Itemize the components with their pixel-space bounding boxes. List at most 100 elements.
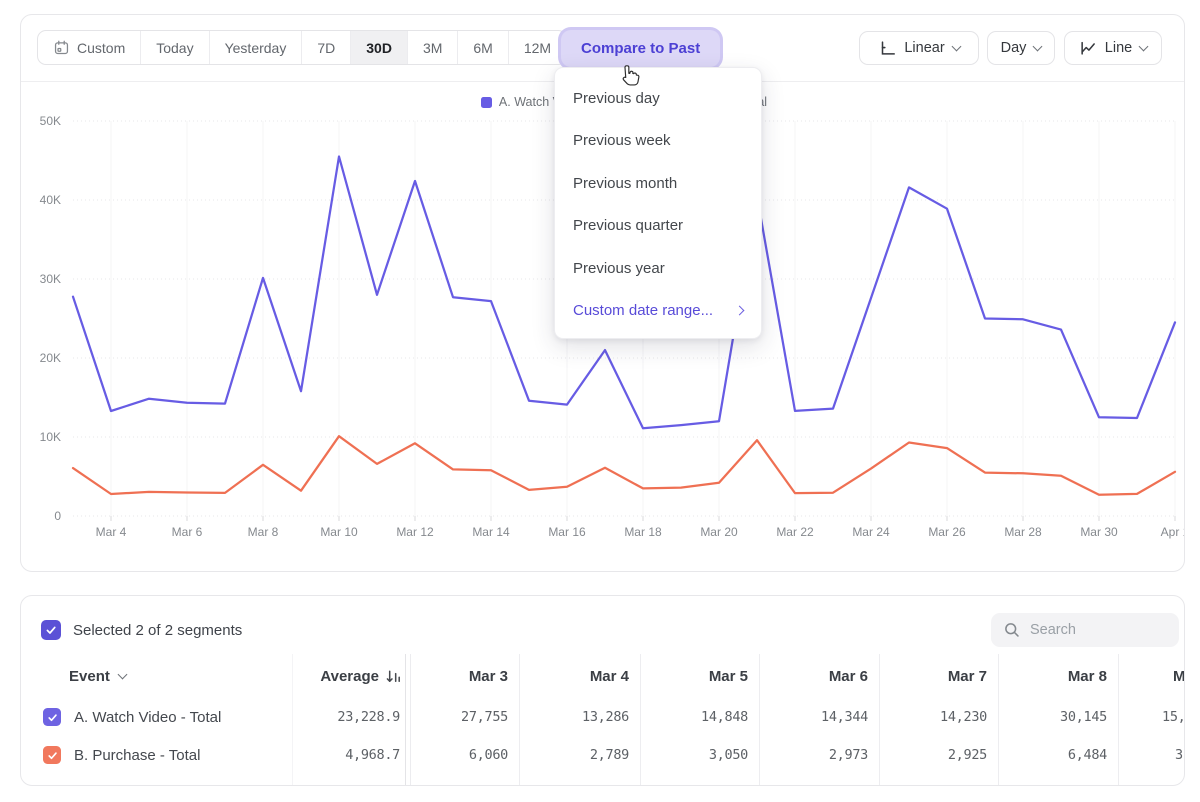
date-preset-3m[interactable]: 3M — [408, 31, 458, 64]
cell-value: 3,050 — [640, 747, 759, 763]
svg-text:30K: 30K — [40, 272, 61, 286]
date-range-picker: Custom Today Yesterday 7D 30D 3M 6M 12M — [37, 30, 567, 65]
svg-text:Mar 28: Mar 28 — [1004, 525, 1042, 539]
segments-header-row: Selected 2 of 2 segments — [21, 596, 1184, 652]
menu-item-previous-day[interactable]: Previous day — [555, 77, 761, 120]
column-header-mar8[interactable]: Mar 8 — [998, 668, 1118, 685]
column-header-event[interactable]: Event — [21, 668, 293, 685]
date-preset-12m[interactable]: 12M — [509, 31, 566, 64]
select-all-checkbox[interactable] — [41, 620, 61, 640]
column-header-mar9-clipped[interactable]: M — [1118, 668, 1185, 685]
date-preset-30d[interactable]: 30D — [351, 31, 408, 64]
column-header-mar4[interactable]: Mar 4 — [519, 668, 640, 685]
date-preset-yesterday[interactable]: Yesterday — [210, 31, 303, 64]
svg-text:Mar 4: Mar 4 — [96, 525, 127, 539]
svg-text:50K: 50K — [40, 114, 61, 128]
search-input[interactable] — [1030, 622, 1160, 638]
legend-swatch-purple — [481, 97, 492, 108]
svg-text:Mar 16: Mar 16 — [548, 525, 586, 539]
sort-descending-icon — [384, 667, 403, 686]
svg-text:Apr 1: Apr 1 — [1161, 525, 1184, 539]
cell-value: 27,755 — [411, 709, 519, 725]
column-divider — [410, 654, 411, 786]
chevron-down-icon — [1033, 41, 1043, 51]
svg-text:Mar 14: Mar 14 — [472, 525, 510, 539]
svg-text:40K: 40K — [40, 193, 61, 207]
date-preset-today[interactable]: Today — [141, 31, 209, 64]
row-checkbox-watch-video[interactable] — [43, 708, 61, 726]
cell-value: 2,925 — [879, 747, 998, 763]
date-preset-7d[interactable]: 7D — [302, 31, 351, 64]
cell-value: 2,973 — [759, 747, 879, 763]
granularity-select[interactable]: Day — [987, 31, 1055, 65]
chart-card: 010K20K30K40K50KMar 4Mar 6Mar 8Mar 10Mar… — [20, 14, 1185, 572]
svg-text:Mar 12: Mar 12 — [396, 525, 434, 539]
svg-text:Mar 18: Mar 18 — [624, 525, 662, 539]
preset-label: Custom — [77, 40, 125, 56]
compare-to-past-button[interactable]: Compare to Past — [561, 30, 720, 67]
svg-text:Mar 6: Mar 6 — [172, 525, 203, 539]
segments-table: Event Average Mar 3 Mar 4 Mar 5 Mar 6 Ma… — [21, 654, 1185, 774]
scale-select[interactable]: Linear — [859, 31, 979, 65]
cell-value: 14,230 — [879, 709, 998, 725]
cell-value: 14,344 — [759, 709, 879, 725]
check-icon — [47, 712, 58, 723]
chart-type-select[interactable]: Line — [1064, 31, 1162, 65]
date-preset-custom[interactable]: Custom — [38, 31, 141, 64]
compare-to-past-menu: Previous day Previous week Previous mont… — [554, 67, 762, 339]
column-header-mar6[interactable]: Mar 6 — [759, 668, 879, 685]
menu-item-previous-week[interactable]: Previous week — [555, 120, 761, 163]
row-label: B. Purchase - Total — [74, 747, 200, 764]
menu-item-custom-date-range[interactable]: Custom date range... — [555, 290, 761, 333]
cell-value-clipped: 15, — [1118, 709, 1185, 725]
search-icon — [1003, 621, 1021, 639]
svg-text:Mar 24: Mar 24 — [852, 525, 890, 539]
table-row-watch-video: A. Watch Video - Total 23,228.9 27,755 1… — [21, 698, 1185, 736]
line-chart-icon — [1079, 39, 1097, 57]
column-divider — [759, 654, 760, 786]
check-icon — [45, 624, 57, 636]
chevron-right-icon — [735, 306, 745, 316]
svg-text:20K: 20K — [40, 351, 61, 365]
svg-text:Mar 20: Mar 20 — [700, 525, 738, 539]
column-divider — [998, 654, 999, 786]
cell-average: 23,228.9 — [293, 709, 411, 725]
cell-value: 6,484 — [998, 747, 1118, 763]
column-header-mar3[interactable]: Mar 3 — [411, 668, 519, 685]
linear-axis-icon — [878, 39, 896, 57]
cell-value: 2,789 — [519, 747, 640, 763]
column-header-average[interactable]: Average — [293, 667, 411, 686]
cell-value: 14,848 — [640, 709, 759, 725]
column-divider — [640, 654, 641, 786]
svg-text:Mar 26: Mar 26 — [928, 525, 966, 539]
svg-text:Mar 22: Mar 22 — [776, 525, 814, 539]
calendar-icon — [53, 39, 70, 56]
selected-segments-label: Selected 2 of 2 segments — [73, 622, 242, 639]
menu-item-previous-quarter[interactable]: Previous quarter — [555, 205, 761, 248]
date-preset-6m[interactable]: 6M — [458, 31, 508, 64]
cell-value: 30,145 — [998, 709, 1118, 725]
svg-text:10K: 10K — [40, 430, 61, 444]
segments-table-card: Selected 2 of 2 segments Event — [20, 595, 1185, 786]
column-divider — [519, 654, 520, 786]
svg-text:Mar 10: Mar 10 — [320, 525, 358, 539]
menu-item-previous-year[interactable]: Previous year — [555, 247, 761, 290]
row-checkbox-purchase[interactable] — [43, 746, 61, 764]
chevron-down-icon — [951, 41, 961, 51]
column-divider — [405, 654, 406, 786]
table-row-purchase: B. Purchase - Total 4,968.7 6,060 2,789 … — [21, 736, 1185, 774]
chevron-down-icon — [1139, 41, 1149, 51]
column-header-mar7[interactable]: Mar 7 — [879, 668, 998, 685]
cell-value-clipped: 3, — [1118, 747, 1185, 763]
svg-text:Mar 30: Mar 30 — [1080, 525, 1118, 539]
menu-item-previous-month[interactable]: Previous month — [555, 162, 761, 205]
cell-value: 6,060 — [411, 747, 519, 763]
chevron-down-icon — [117, 669, 127, 679]
column-divider — [879, 654, 880, 786]
column-divider — [1118, 654, 1119, 786]
column-header-mar5[interactable]: Mar 5 — [640, 668, 759, 685]
cell-average: 4,968.7 — [293, 747, 411, 763]
search-box[interactable] — [991, 613, 1179, 647]
column-divider — [292, 654, 293, 786]
svg-text:Mar 8: Mar 8 — [248, 525, 279, 539]
